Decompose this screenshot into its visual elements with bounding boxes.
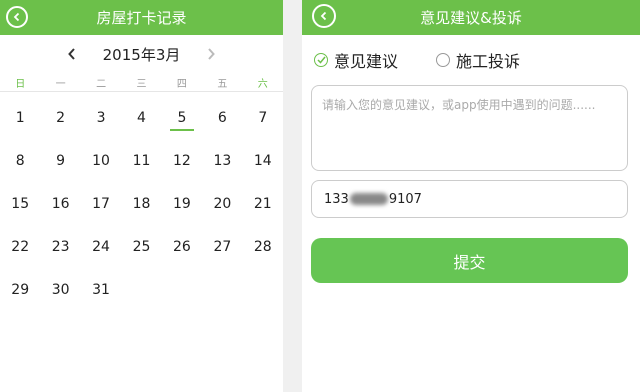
calendar-day[interactable]: 29: [0, 268, 40, 311]
calendar-day[interactable]: 4: [121, 96, 161, 139]
feedback-type-radio-group: 意见建议 施工投诉: [302, 35, 640, 85]
page-title: 意见建议&投诉: [420, 9, 522, 27]
calendar-day[interactable]: 17: [81, 182, 121, 225]
weekday-label: 四: [176, 78, 187, 90]
weekday-label: 二: [96, 78, 107, 90]
back-button[interactable]: [312, 4, 336, 28]
feedback-textarea[interactable]: [311, 85, 628, 171]
back-button[interactable]: [6, 6, 28, 28]
calendar-day[interactable]: 2: [40, 96, 80, 139]
calendar-day[interactable]: 21: [243, 182, 283, 225]
calendar-day[interactable]: 14: [243, 139, 283, 182]
page-title: 房屋打卡记录: [96, 9, 187, 27]
feedback-screen: 意见建议&投诉 意见建议 施工投诉 133 9107 提交: [302, 0, 640, 392]
calendar-day[interactable]: 7: [243, 96, 283, 139]
weekday-label: 日: [15, 78, 26, 90]
check-circle-icon: [314, 53, 328, 67]
calendar-day[interactable]: 18: [121, 182, 161, 225]
calendar-day[interactable]: 22: [0, 225, 40, 268]
calendar-day[interactable]: 19: [162, 182, 202, 225]
weekday-label: 一: [55, 78, 66, 90]
panel-divider: [283, 0, 302, 392]
calendar-day[interactable]: 23: [40, 225, 80, 268]
prev-month-button[interactable]: [63, 45, 81, 63]
weekday-label: 五: [217, 78, 228, 90]
calendar-day[interactable]: 27: [202, 225, 242, 268]
chevron-right-icon: [208, 48, 216, 60]
calendar-day[interactable]: 28: [243, 225, 283, 268]
submit-button[interactable]: 提交: [311, 238, 628, 283]
chevron-left-icon: [67, 48, 75, 60]
calendar-day[interactable]: 31: [81, 268, 121, 311]
calendar-day[interactable]: 30: [40, 268, 80, 311]
calendar-day[interactable]: 6: [202, 96, 242, 139]
phone-field[interactable]: 133 9107: [311, 180, 628, 218]
calendar-day[interactable]: 20: [202, 182, 242, 225]
calendar-day[interactable]: 24: [81, 225, 121, 268]
month-navigator: 2015年3月: [0, 35, 283, 73]
checkin-calendar-screen: 房屋打卡记录 2015年3月 日 一 二 三 四 五 六 1 2 3 4 5 6…: [0, 0, 283, 392]
calendar-day[interactable]: 3: [81, 96, 121, 139]
weekday-label: 六: [257, 78, 268, 90]
calendar-day[interactable]: 5: [162, 96, 202, 139]
calendar-day[interactable]: 25: [121, 225, 161, 268]
next-month-button[interactable]: [202, 45, 220, 63]
calendar-day[interactable]: 9: [40, 139, 80, 182]
radio-label: 施工投诉: [456, 52, 521, 71]
app-header: 房屋打卡记录: [0, 0, 283, 35]
weekday-label: 三: [136, 78, 147, 90]
phone-prefix: 133: [324, 191, 349, 207]
calendar-day[interactable]: 26: [162, 225, 202, 268]
radio-suggestion[interactable]: 意见建议: [314, 48, 398, 72]
month-label: 2015年3月: [102, 45, 181, 64]
calendar-day[interactable]: 1: [0, 96, 40, 139]
phone-suffix: 9107: [388, 191, 422, 207]
calendar-day[interactable]: 13: [202, 139, 242, 182]
radio-label: 意见建议: [334, 52, 399, 71]
redacted-digits: [349, 193, 388, 205]
calendar-days-grid: 1 2 3 4 5 6 7 8 9 10 11 12 13 14 15 16 1…: [0, 96, 283, 311]
calendar-day[interactable]: 10: [81, 139, 121, 182]
calendar-day[interactable]: 15: [0, 182, 40, 225]
calendar-day[interactable]: 12: [162, 139, 202, 182]
calendar-day[interactable]: 11: [121, 139, 161, 182]
chevron-left-circle-icon: [13, 12, 20, 22]
weekday-header: 日 一 二 三 四 五 六: [0, 73, 283, 92]
radio-empty-icon: [436, 53, 451, 67]
calendar-day[interactable]: 8: [0, 139, 40, 182]
chevron-left-circle-icon: [320, 11, 327, 21]
app-header: 意见建议&投诉: [302, 0, 640, 35]
calendar-day[interactable]: 16: [40, 182, 80, 225]
radio-complaint[interactable]: 施工投诉: [436, 48, 520, 72]
